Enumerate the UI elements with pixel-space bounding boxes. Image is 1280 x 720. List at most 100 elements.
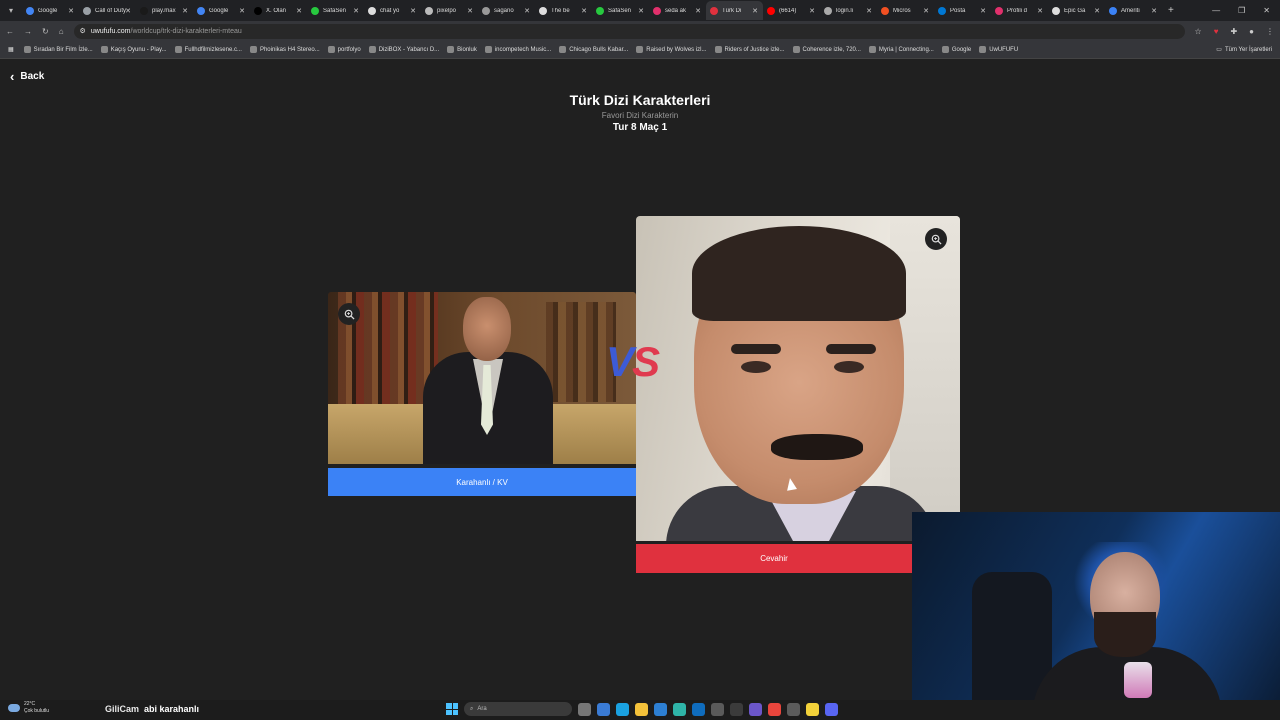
browser-tab[interactable]: login.li ✕	[820, 1, 877, 20]
tab-close-icon[interactable]: ✕	[239, 7, 245, 15]
sticky-notes-icon[interactable]	[806, 702, 819, 716]
bookmark-item[interactable]: Raised by Wolves izl...	[636, 46, 707, 53]
back-nav-icon[interactable]: ←	[6, 27, 14, 36]
tab-close-icon[interactable]: ✕	[296, 7, 302, 15]
tab-close-icon[interactable]: ✕	[752, 7, 758, 15]
github-icon[interactable]	[730, 702, 743, 716]
browser-tab[interactable]: Profili d ✕	[991, 1, 1048, 20]
tab-close-icon[interactable]: ✕	[1094, 7, 1100, 15]
tab-close-icon[interactable]: ✕	[923, 7, 929, 15]
outlook-icon[interactable]	[692, 702, 705, 716]
tab-favicon-icon	[368, 6, 376, 15]
tab-close-icon[interactable]: ✕	[524, 7, 530, 15]
site-info-icon[interactable]: ⚙	[80, 27, 86, 35]
weather-widget[interactable]: 22°C Çok bulutlu	[8, 701, 49, 715]
zoom-in-icon[interactable]	[338, 303, 360, 325]
url-field[interactable]: ⚙ uwufufu.com/worldcup/trk-dizi-karakter…	[73, 23, 1185, 39]
right-candidate-image[interactable]	[636, 216, 960, 541]
forward-nav-icon[interactable]: →	[24, 27, 32, 36]
menu-dots-icon[interactable]: ⋮	[1266, 27, 1274, 36]
taskbar-search[interactable]: ⌕ Ara	[464, 702, 572, 716]
chrome-icon[interactable]	[768, 702, 781, 716]
tab-close-icon[interactable]: ✕	[68, 7, 74, 15]
left-choice-button[interactable]: Karahanlı / KV	[328, 468, 636, 496]
start-icon[interactable]	[446, 703, 458, 715]
bookmark-item[interactable]: incompetech Music...	[484, 46, 551, 53]
tab-close-icon[interactable]: ✕	[695, 7, 701, 15]
edge-icon[interactable]	[616, 702, 629, 716]
apps-grid-icon[interactable]: ▦	[8, 46, 14, 53]
bookmark-item[interactable]: DiziBOX - Yabancı D...	[368, 46, 439, 53]
task-view-icon[interactable]	[578, 702, 591, 716]
bookmark-star-icon[interactable]: ☆	[1195, 27, 1202, 36]
bookmark-item[interactable]: Phoinikas H4 Stereo...	[249, 46, 320, 53]
tab-close-icon[interactable]: ✕	[1037, 7, 1043, 15]
browser-tab[interactable]: seda ak ✕	[649, 1, 706, 20]
tab-favicon-icon	[539, 6, 547, 15]
browser-tab[interactable]: (6614) ✕	[763, 1, 820, 20]
bookmark-item[interactable]: portfolyo	[327, 46, 361, 53]
store-icon[interactable]	[654, 702, 667, 716]
browser-tab[interactable]: SafaSen ✕	[307, 1, 364, 20]
tab-close-icon[interactable]: ✕	[638, 7, 644, 15]
bookmark-item[interactable]: Riders of Justice izle...	[714, 46, 785, 53]
browser-tab[interactable]: Micros ✕	[877, 1, 934, 20]
browser-tab[interactable]: Epic Ga ✕	[1048, 1, 1105, 20]
extension-icon[interactable]: ♥	[1214, 27, 1219, 36]
browser-tab[interactable]: The be ✕	[535, 1, 592, 20]
minimize-icon[interactable]: —	[1212, 6, 1220, 15]
tab-close-icon[interactable]: ✕	[1151, 7, 1157, 15]
tab-close-icon[interactable]: ✕	[182, 7, 188, 15]
browser-tab[interactable]: chat yo ✕	[364, 1, 421, 20]
extensions-puzzle-icon[interactable]: ✚	[1230, 27, 1237, 36]
back-button[interactable]: ‹ Back	[10, 69, 44, 84]
new-tab-icon[interactable]: +	[1168, 5, 1174, 16]
browser-tab[interactable]: Google ✕	[193, 1, 250, 20]
reload-icon[interactable]: ↻	[42, 27, 49, 36]
close-window-icon[interactable]: ✕	[1263, 6, 1270, 15]
tab-close-icon[interactable]: ✕	[410, 7, 416, 15]
tab-close-icon[interactable]: ✕	[125, 7, 131, 15]
bookmark-item[interactable]: Kaçış Oyunu - Play...	[100, 46, 167, 53]
home-icon[interactable]: ⌂	[59, 27, 64, 36]
bookmark-item[interactable]: Chicago Bulls Kabar...	[559, 46, 628, 53]
browser-tab[interactable]: pixelpo ✕	[421, 1, 478, 20]
bookmark-item[interactable]: UwUFUFU	[979, 46, 1018, 53]
browser-tab[interactable]: X. Olan ✕	[250, 1, 307, 20]
tab-search-icon[interactable]: ▾	[4, 4, 18, 18]
browser-tab[interactable]: SafaSen ✕	[592, 1, 649, 20]
profile-icon[interactable]: ●	[1249, 27, 1254, 36]
zoom-in-icon[interactable]	[925, 228, 947, 250]
browser-tab[interactable]: sagano ✕	[478, 1, 535, 20]
tab-close-icon[interactable]: ✕	[353, 7, 359, 15]
right-choice-button[interactable]: Cevahir	[636, 544, 912, 573]
file-explorer-icon[interactable]	[635, 702, 648, 716]
all-bookmarks[interactable]: ▭ Tüm Yer İşaretleri	[1216, 46, 1272, 54]
maximize-icon[interactable]: ❐	[1238, 6, 1245, 15]
browser-tab[interactable]: play.max ✕	[136, 1, 193, 20]
left-candidate-image[interactable]	[328, 292, 636, 464]
app-icon[interactable]	[787, 702, 800, 716]
tab-close-icon[interactable]: ✕	[866, 7, 872, 15]
browser-tab[interactable]: Posta ✕	[934, 1, 991, 20]
browser-tab[interactable]: Call of Duty ✕	[79, 1, 136, 20]
bookmark-item[interactable]: Bionluk	[447, 46, 477, 53]
tab-close-icon[interactable]: ✕	[809, 7, 815, 15]
app-icon[interactable]	[673, 702, 686, 716]
browser-tab[interactable]: Google ✕	[22, 1, 79, 20]
bookmark-item[interactable]: Coherence izle, 720...	[792, 46, 861, 53]
discord-icon[interactable]	[825, 702, 838, 716]
bookmark-favicon-icon	[174, 46, 182, 53]
bookmark-item[interactable]: Fullhdfilmizlesene.c...	[174, 46, 242, 53]
bookmark-item[interactable]: Sıradan Bir Film İzle...	[23, 46, 93, 53]
bookmark-item[interactable]: Google	[941, 46, 971, 53]
bookmark-item[interactable]: Myria | Connecting...	[868, 46, 934, 53]
tab-close-icon[interactable]: ✕	[581, 7, 587, 15]
browser-tab[interactable]: Türk Di ✕	[706, 1, 763, 20]
app-icon[interactable]	[711, 702, 724, 716]
app-icon[interactable]	[749, 702, 762, 716]
tab-close-icon[interactable]: ✕	[467, 7, 473, 15]
tab-close-icon[interactable]: ✕	[980, 7, 986, 15]
browser-tab[interactable]: Ameriti ✕	[1105, 1, 1162, 20]
copilot-icon[interactable]	[597, 702, 610, 716]
